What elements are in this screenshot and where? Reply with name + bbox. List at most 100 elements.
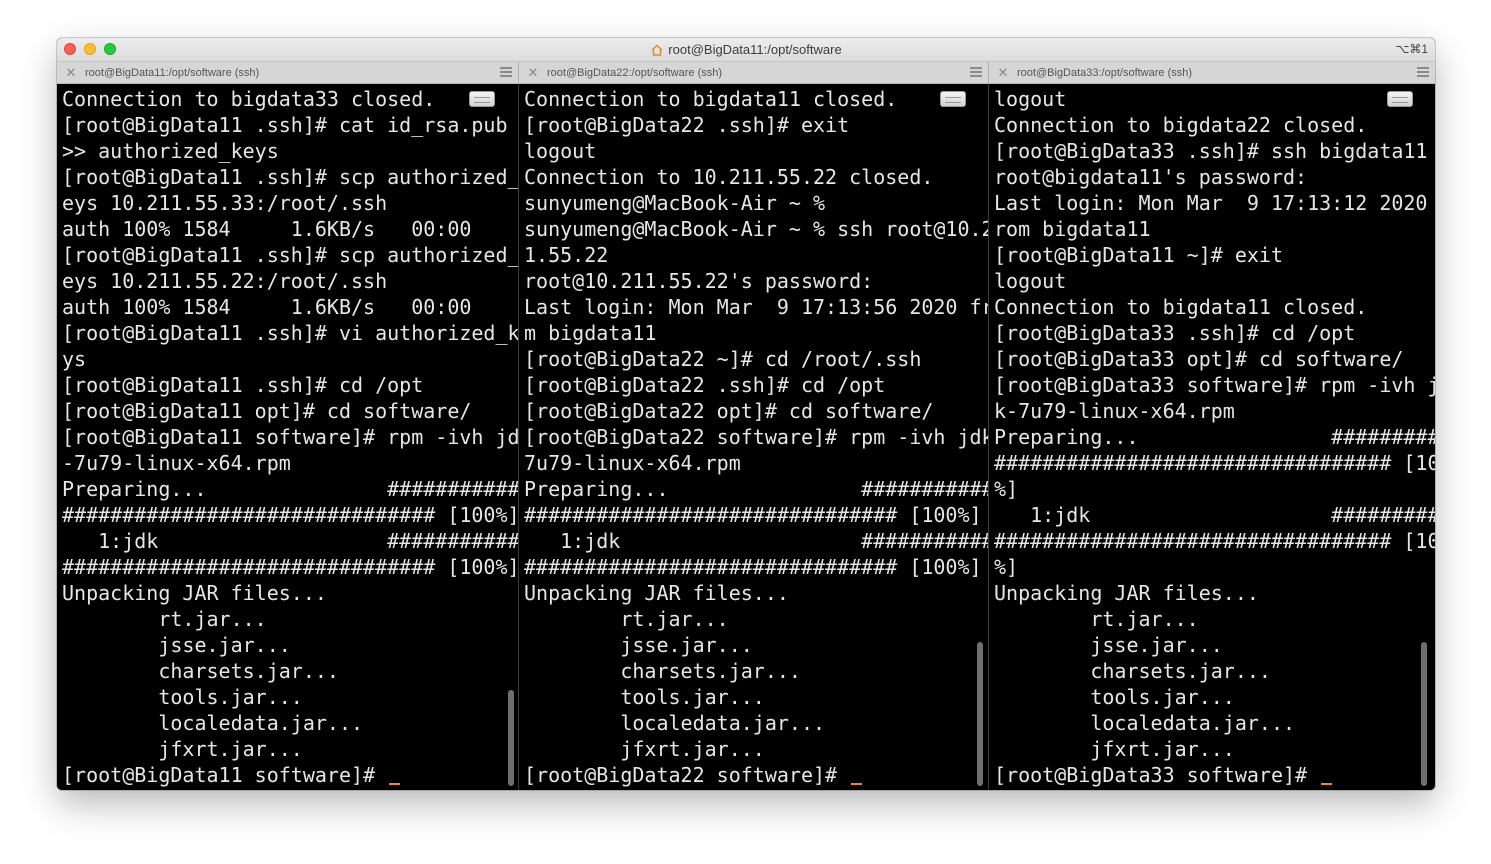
pane-tab-2[interactable]: ✕ root@BigData22:/opt/software (ssh) (519, 62, 988, 83)
keyboard-badge-icon (940, 91, 966, 107)
window-shortcut: ⌥⌘1 (1395, 42, 1428, 56)
terminal-line: 1:jdk ########### (524, 529, 988, 553)
terminal-line: logout (524, 139, 597, 163)
terminal-line: [root@BigData22 .ssh]# exit (524, 113, 850, 137)
title-bar[interactable]: root@BigData11:/opt/software ⌥⌘1 (57, 38, 1435, 62)
terminal-line: jsse.jar... (524, 633, 753, 657)
terminal-line: localedata.jar... (62, 711, 364, 735)
terminal-line: [root@BigData11 .ssh]# vi authorized_ke (62, 321, 518, 345)
terminal-pane-2[interactable]: Connection to bigdata11 closed. [root@Bi… (519, 84, 988, 790)
terminal-line: [root@BigData11 .ssh]# scp authorized_k (62, 243, 518, 267)
terminal-line: 1.55.22 (524, 243, 609, 267)
scrollbar-thumb[interactable] (508, 690, 514, 786)
terminal-output[interactable]: logout Connection to bigdata22 closed. [… (994, 86, 1435, 788)
terminal-line: Unpacking JAR files... (524, 581, 789, 605)
terminal-lines: logout Connection to bigdata22 closed. [… (994, 87, 1435, 761)
terminal-line: auth 100% 1584 1.6KB/s 00:00 (62, 295, 472, 319)
terminal-line: localedata.jar... (994, 711, 1296, 735)
terminal-line: jsse.jar... (62, 633, 291, 657)
terminal-line: [root@BigData11 .ssh]# cd /opt (62, 373, 424, 397)
terminal-line: localedata.jar... (524, 711, 826, 735)
terminal-line: Connection to bigdata11 closed. (994, 295, 1368, 319)
pane-tab-3[interactable]: ✕ root@BigData33:/opt/software (ssh) (989, 62, 1435, 83)
hamburger-icon[interactable] (500, 67, 512, 77)
terminal-window: root@BigData11:/opt/software ⌥⌘1 ✕ root@… (57, 38, 1435, 790)
terminal-line: charsets.jar... (994, 659, 1271, 683)
terminal-line: tools.jar... (62, 685, 303, 709)
terminal-output[interactable]: Connection to bigdata11 closed. [root@Bi… (524, 86, 988, 788)
close-icon[interactable]: ✕ (527, 66, 539, 79)
terminal-lines: Connection to bigdata33 closed. [root@Bi… (62, 87, 518, 761)
terminal-line: auth 100% 1584 1.6KB/s 00:00 (62, 217, 472, 241)
close-icon[interactable]: ✕ (65, 66, 77, 79)
terminal-pane-1[interactable]: Connection to bigdata33 closed. [root@Bi… (57, 84, 518, 790)
terminal-line: [root@BigData33 opt]# cd software/ (994, 347, 1404, 371)
terminal-line: root@bigdata11's password: (994, 165, 1308, 189)
terminal-line: Preparing... ########## (994, 425, 1435, 449)
close-icon[interactable]: ✕ (997, 66, 1009, 79)
terminal-line: ################################# [100 (994, 451, 1435, 475)
terminal-line: [root@BigData11 opt]# cd software/ (62, 399, 472, 423)
terminal-line: eys 10.211.55.33:/root/.ssh (62, 191, 388, 215)
terminal-line: logout (994, 269, 1067, 293)
terminal-line: Connection to bigdata22 closed. (994, 113, 1368, 137)
terminal-line: tools.jar... (524, 685, 765, 709)
terminal-line: 7u79-linux-x64.rpm (524, 451, 741, 475)
terminal-pane-3[interactable]: logout Connection to bigdata22 closed. [… (989, 84, 1435, 790)
terminal-line: Last login: Mon Mar 9 17:13:56 2020 fro (524, 295, 988, 319)
terminal-line: [root@BigData11 .ssh]# scp authorized_k (62, 165, 518, 189)
terminal-line: %] (994, 555, 1019, 579)
terminal-line: charsets.jar... (62, 659, 339, 683)
terminal-line: ys (62, 347, 87, 371)
hamburger-icon[interactable] (1417, 67, 1429, 77)
terminal-line: m bigdata11 (524, 321, 657, 345)
terminal-line: tools.jar... (994, 685, 1235, 709)
terminal-line: rt.jar... (524, 607, 729, 631)
terminal-line: sunyumeng@MacBook-Air ~ % ssh root@10.21 (524, 217, 988, 241)
terminal-line: sunyumeng@MacBook-Air ~ % (524, 191, 826, 215)
terminal-line: [root@BigData33 software]# rpm -ivh jd (994, 373, 1435, 397)
terminal-line: logout (994, 87, 1067, 111)
terminal-line: Preparing... ########### (524, 477, 988, 501)
terminal-line: -7u79-linux-x64.rpm (62, 451, 291, 475)
text-cursor (389, 783, 401, 785)
terminal-line: rom bigdata11 (994, 217, 1151, 241)
terminal-line: jfxrt.jar... (62, 737, 303, 761)
terminal-line: %] (994, 477, 1019, 501)
terminal-line: Connection to 10.211.55.22 closed. (524, 165, 934, 189)
hamburger-icon[interactable] (970, 67, 982, 77)
terminal-line: jfxrt.jar... (994, 737, 1235, 761)
terminal-line: ################################# [100 (994, 529, 1435, 553)
pane-tab-title: root@BigData22:/opt/software (ssh) (547, 66, 723, 79)
terminal-line: jsse.jar... (994, 633, 1223, 657)
terminal-line: Last login: Mon Mar 9 17:13:12 2020 f (994, 191, 1435, 215)
scrollbar-thumb[interactable] (977, 642, 983, 786)
pane-tab-bar: ✕ root@BigData11:/opt/software (ssh) ✕ r… (57, 62, 1435, 84)
keyboard-badge-icon (469, 91, 495, 107)
window-title: root@BigData11:/opt/software (668, 42, 842, 57)
terminal-lines: Connection to bigdata11 closed. [root@Bi… (524, 87, 988, 761)
terminal-line: ############################### [100%] (524, 555, 982, 579)
terminal-line: Connection to bigdata11 closed. (524, 87, 898, 111)
terminal-line: ############################### [100%]) (62, 503, 518, 527)
pane-tab-1[interactable]: ✕ root@BigData11:/opt/software (ssh) (57, 62, 518, 83)
terminal-line: root@10.211.55.22's password: (524, 269, 874, 293)
text-cursor (1321, 783, 1333, 785)
keyboard-badge-icon (1387, 91, 1413, 107)
terminal-output[interactable]: Connection to bigdata33 closed. [root@Bi… (62, 86, 518, 788)
terminal-line: ############################### [100%] (524, 503, 982, 527)
terminal-line: [root@BigData22 .ssh]# cd /opt (524, 373, 886, 397)
terminal-line: k-7u79-linux-x64.rpm (994, 399, 1235, 423)
terminal-prompt: [root@BigData22 software]# (524, 763, 850, 787)
terminal-line: eys 10.211.55.22:/root/.ssh (62, 269, 388, 293)
terminal-line: 1:jdk ########## (994, 503, 1435, 527)
pane-tab-title: root@BigData33:/opt/software (ssh) (1017, 66, 1193, 79)
terminal-line: [root@BigData33 .ssh]# cd /opt (994, 321, 1356, 345)
terminal-line: ############################### [100%]) (62, 555, 518, 579)
scrollbar-thumb[interactable] (1421, 642, 1427, 786)
terminal-line: Unpacking JAR files... (994, 581, 1259, 605)
terminal-line: Connection to bigdata33 closed. (62, 87, 436, 111)
terminal-line: Unpacking JAR files... (62, 581, 327, 605)
terminal-line: [root@BigData11 .ssh]# cat id_rsa.pub (62, 113, 508, 137)
terminal-line: [root@BigData22 software]# rpm -ivh jdk- (524, 425, 988, 449)
